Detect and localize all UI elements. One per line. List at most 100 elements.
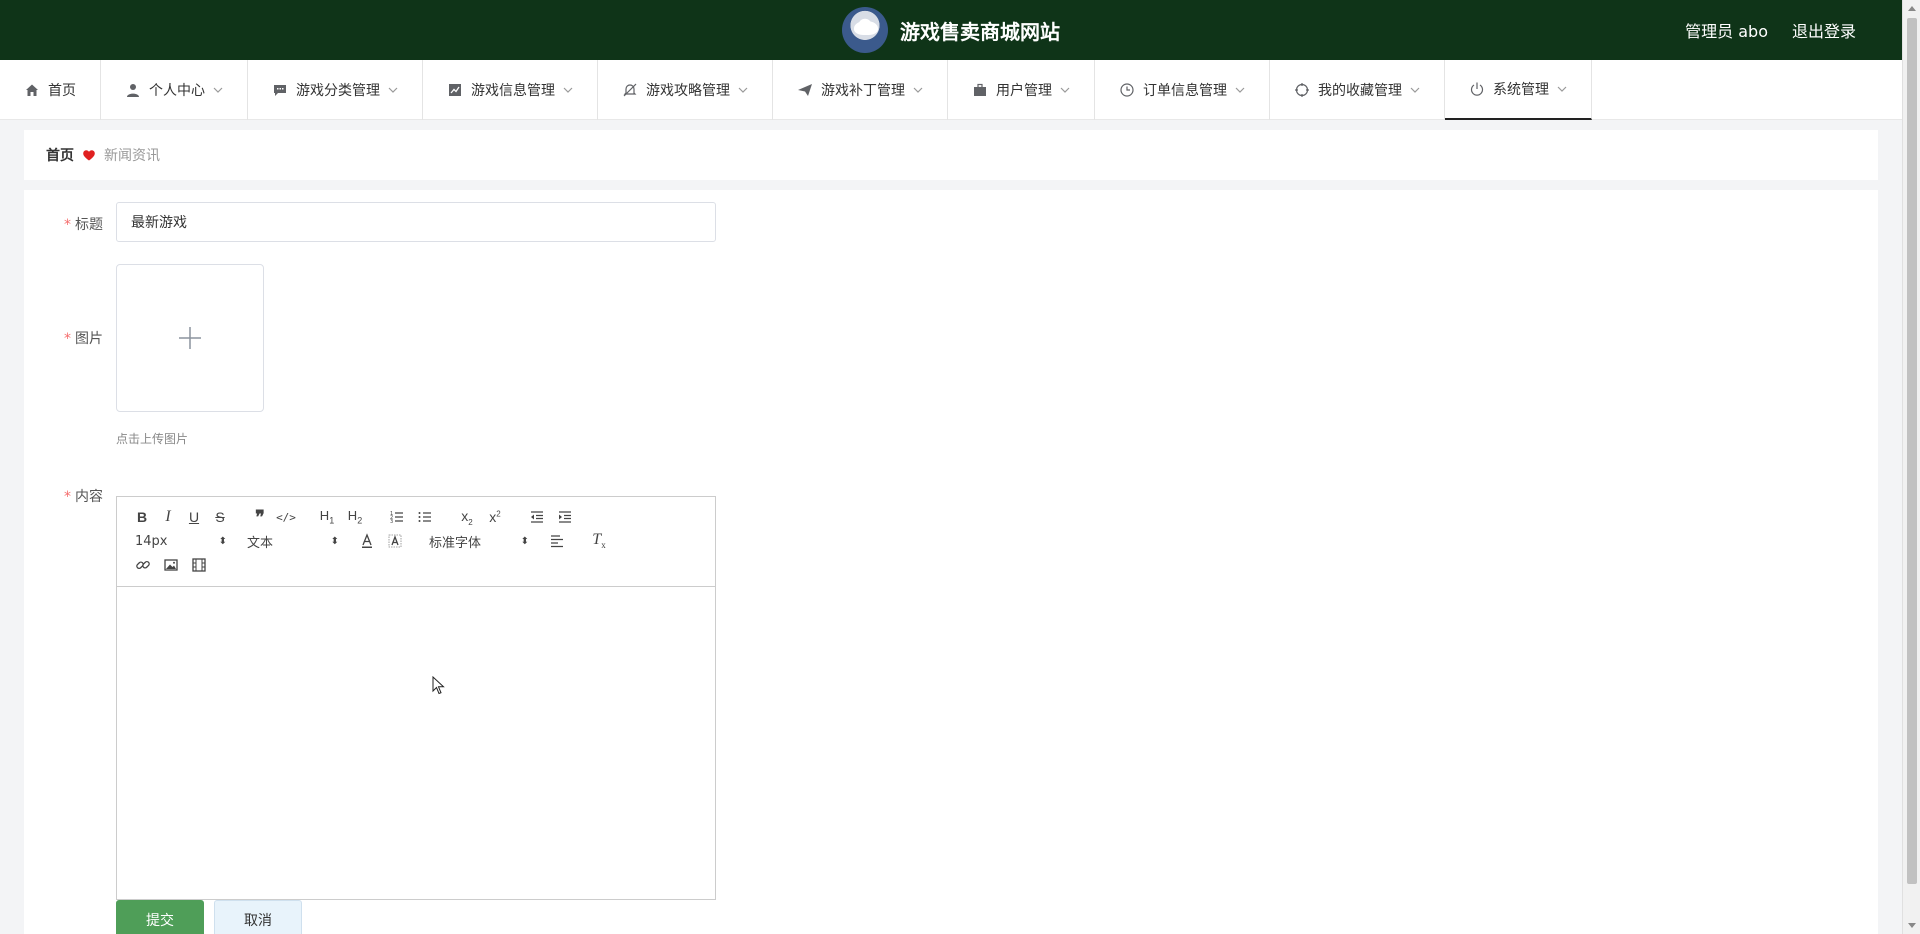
scrollbar-thumb[interactable] xyxy=(1907,18,1917,884)
submit-button[interactable]: 提交 xyxy=(116,900,204,934)
user-icon xyxy=(125,82,141,98)
header-1-button[interactable]: H1 xyxy=(313,505,341,529)
blockquote-button[interactable]: ❞ xyxy=(247,505,273,529)
header-actions: 管理员 abo 退出登录 xyxy=(1685,0,1856,60)
clear-format-icon: Tx xyxy=(592,531,606,551)
video-icon xyxy=(191,557,207,573)
code-block-button[interactable]: </> xyxy=(273,505,299,529)
bullet-list-icon xyxy=(417,509,433,525)
nav-item-game-patch[interactable]: 游戏补丁管理 xyxy=(773,60,948,120)
h2-icon: H2 xyxy=(347,508,363,526)
text-color-button[interactable] xyxy=(353,529,381,553)
form-panel: *标题 *图片 点击上传图片 *内容 B I U S ❞ </> H1 H2 xyxy=(24,190,1878,934)
select-arrows-icon: ⬍ xyxy=(330,535,339,547)
breadcrumb: 首页 新闻资讯 xyxy=(24,130,1878,180)
select-arrows-icon: ⬍ xyxy=(520,535,529,547)
strike-button[interactable]: S xyxy=(207,505,233,529)
nav-item-order-info[interactable]: 订单信息管理 xyxy=(1095,60,1270,120)
outdent-button[interactable] xyxy=(523,505,551,529)
subscript-icon: x2 xyxy=(461,507,473,527)
image-icon xyxy=(163,557,179,573)
title-label: * 标题 xyxy=(64,217,103,233)
nav-item-home[interactable]: 首页 xyxy=(0,60,101,120)
chevron-down-icon xyxy=(913,85,923,95)
chevron-down-icon xyxy=(213,85,223,95)
background-color-button[interactable] xyxy=(381,529,409,553)
aim-icon xyxy=(1294,82,1310,98)
nav-item-label: 游戏攻略管理 xyxy=(646,83,730,99)
nav-item-label: 订单信息管理 xyxy=(1143,83,1227,99)
bold-button[interactable]: B xyxy=(129,505,155,529)
logout-button[interactable]: 退出登录 xyxy=(1792,18,1856,42)
italic-button[interactable]: I xyxy=(155,505,181,529)
ordered-list-button[interactable]: 123 xyxy=(383,505,411,529)
image-label: * 图片 xyxy=(64,331,103,347)
code-icon: </> xyxy=(276,510,296,524)
bell-off-icon xyxy=(622,82,638,98)
required-mark: * xyxy=(64,331,71,347)
image-button[interactable] xyxy=(157,553,185,577)
site-logo xyxy=(842,7,888,53)
chevron-down-icon xyxy=(1557,84,1567,94)
content-label: * 内容 xyxy=(64,489,103,505)
nav-item-my-favorites[interactable]: 我的收藏管理 xyxy=(1270,60,1445,120)
scroll-up-icon[interactable] xyxy=(1907,3,1917,15)
align-button[interactable] xyxy=(543,529,571,553)
breadcrumb-home[interactable]: 首页 xyxy=(46,145,74,165)
nav-item-game-info[interactable]: 游戏信息管理 xyxy=(423,60,598,120)
indent-button[interactable] xyxy=(551,505,579,529)
chevron-down-icon xyxy=(738,85,748,95)
highlight-icon xyxy=(387,533,403,549)
header-select[interactable]: 文本 ⬍ xyxy=(241,529,339,553)
cancel-button[interactable]: 取消 xyxy=(214,900,302,934)
subscript-button[interactable]: x2 xyxy=(453,505,481,529)
nav-item-game-category[interactable]: 游戏分类管理 xyxy=(248,60,423,120)
outdent-icon xyxy=(529,509,545,525)
strike-icon: S xyxy=(215,509,225,525)
italic-icon: I xyxy=(165,508,171,525)
heart-icon xyxy=(82,148,96,162)
bold-icon: B xyxy=(136,509,148,525)
font-family-select[interactable]: 标准字体 ⬍ xyxy=(423,529,529,553)
chat-icon xyxy=(272,82,288,98)
bullet-list-button[interactable] xyxy=(411,505,439,529)
chevron-down-icon xyxy=(1410,85,1420,95)
brand: 游戏售卖商城网站 xyxy=(842,7,1060,53)
header-2-button[interactable]: H2 xyxy=(341,505,369,529)
nav-item-game-guide[interactable]: 游戏攻略管理 xyxy=(598,60,773,120)
required-mark: * xyxy=(64,489,71,505)
nav-item-system-management[interactable]: 系统管理 xyxy=(1445,60,1592,120)
editor-content-area[interactable] xyxy=(117,587,715,899)
home-icon xyxy=(24,82,40,98)
link-button[interactable] xyxy=(129,553,157,577)
title-input[interactable] xyxy=(116,202,716,242)
admin-username[interactable]: 管理员 abo xyxy=(1685,18,1768,42)
toolbar-row: 14px ⬍ 文本 ⬍ 标准字体 ⬍ Tx xyxy=(129,529,705,553)
font-size-select[interactable]: 14px ⬍ xyxy=(129,529,227,553)
video-button[interactable] xyxy=(185,553,213,577)
chevron-down-icon xyxy=(1235,85,1245,95)
chevron-down-icon xyxy=(563,85,573,95)
clear-format-button[interactable]: Tx xyxy=(585,529,613,553)
toolbar-row xyxy=(129,553,705,577)
scroll-down-icon[interactable] xyxy=(1907,919,1917,931)
quote-icon: ❞ xyxy=(255,506,265,527)
nav-item-label: 个人中心 xyxy=(149,83,205,99)
top-header: 游戏售卖商城网站 管理员 abo 退出登录 xyxy=(0,0,1902,60)
indent-icon xyxy=(557,509,573,525)
header-value: 文本 xyxy=(247,535,274,551)
page-scrollbar[interactable] xyxy=(1902,0,1920,934)
editor-toolbar: B I U S ❞ </> H1 H2 123 x2 x2 14px ⬍ 文本 … xyxy=(117,497,715,587)
superscript-button[interactable]: x2 xyxy=(481,505,509,529)
chevron-down-icon xyxy=(1060,85,1070,95)
main-nav: 首页 个人中心 游戏分类管理 游戏信息管理 游戏攻略管理 游戏补丁管理 用户管理… xyxy=(0,60,1902,120)
chart-icon xyxy=(447,82,463,98)
nav-item-user-management[interactable]: 用户管理 xyxy=(948,60,1095,120)
ordered-list-icon: 123 xyxy=(389,509,405,525)
underline-button[interactable]: U xyxy=(181,505,207,529)
rich-text-editor: B I U S ❞ </> H1 H2 123 x2 x2 14px ⬍ 文本 … xyxy=(116,496,716,900)
link-icon xyxy=(135,557,151,573)
nav-item-personal-center[interactable]: 个人中心 xyxy=(101,60,248,120)
image-uploader[interactable] xyxy=(116,264,264,412)
nav-item-label: 游戏补丁管理 xyxy=(821,83,905,99)
